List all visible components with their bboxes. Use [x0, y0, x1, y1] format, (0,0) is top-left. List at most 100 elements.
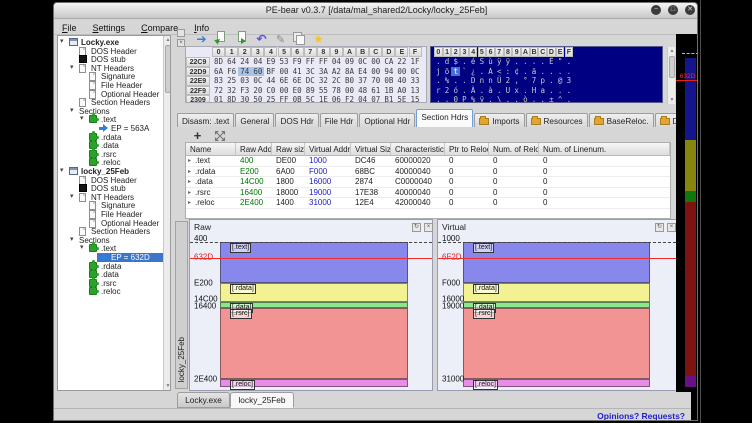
hex-byte-cell[interactable]: 55 — [317, 86, 330, 96]
tab-debug[interactable]: Debug — [655, 113, 677, 127]
hex-byte-cell[interactable]: 40 — [395, 76, 408, 86]
cell-name[interactable]: .rdata — [186, 167, 236, 178]
hex-byte-cell[interactable]: 15 — [409, 95, 422, 103]
scroll-thumb[interactable] — [669, 56, 675, 78]
cell-virtual_addr[interactable]: 1000 — [305, 156, 351, 167]
hex-byte-cell[interactable]: 04 — [356, 95, 369, 103]
ascii-char-cell[interactable]: . — [538, 67, 547, 77]
hex-byte-cell[interactable]: 0C — [409, 67, 422, 77]
hex-byte-cell[interactable]: A0 — [395, 86, 408, 96]
hex-byte-cell[interactable]: 09 — [343, 57, 356, 67]
hex-byte-cell[interactable]: 32 — [317, 76, 330, 86]
ascii-char-cell[interactable]: 3 — [565, 76, 574, 86]
cell-num_of_linenum[interactable]: 0 — [539, 188, 670, 199]
hex-byte-cell[interactable]: 0C — [251, 76, 264, 86]
ascii-char-cell[interactable]: À — [469, 86, 478, 96]
ascii-char-cell[interactable]: a — [538, 86, 547, 96]
ascii-char-cell[interactable]: % — [443, 76, 452, 86]
ascii-char-cell[interactable]: H — [530, 86, 539, 96]
column-header-name[interactable]: Name — [186, 143, 236, 156]
ascii-char-cell[interactable]: . — [512, 95, 521, 103]
cell-raw_size[interactable]: 1400 — [272, 198, 305, 209]
hex-byte-cell[interactable]: F3 — [238, 86, 251, 96]
ascii-char-cell[interactable]: , — [512, 76, 521, 86]
ascii-char-cell[interactable]: à — [486, 86, 495, 96]
close-button[interactable]: ✕ — [685, 5, 695, 15]
ascii-char-cell[interactable]: ÿ — [495, 57, 504, 67]
cell-num_of_reloc[interactable]: 0 — [489, 198, 539, 209]
hex-byte-cell[interactable]: B1 — [382, 95, 395, 103]
cell-raw_addr[interactable]: 14C00 — [236, 177, 272, 188]
cell-virtual_size[interactable]: 68BC — [351, 167, 391, 178]
hex-byte-cell[interactable]: 6A — [212, 67, 225, 77]
hex-byte-cell[interactable]: 60 — [251, 67, 264, 77]
ascii-char-cell[interactable]: j — [434, 67, 443, 77]
ascii-char-cell[interactable]: ò — [521, 95, 530, 103]
column-header-num-of-reloc[interactable]: Num. of Reloc. — [489, 143, 539, 156]
cell-characteristics[interactable]: 60000020 — [391, 156, 445, 167]
ascii-char-cell[interactable]: ù — [486, 57, 495, 67]
cell-raw_addr[interactable]: 400 — [236, 156, 272, 167]
ascii-char-cell[interactable]: . — [530, 57, 539, 67]
ascii-char-cell[interactable]: . — [547, 67, 556, 77]
file-tab-locky-exe[interactable]: Locky.exe — [177, 392, 230, 408]
tree-expand-arrow-icon[interactable]: ▾ — [70, 192, 74, 200]
hex-dump-pane[interactable]: 0123456789ABCDEF22C98D642404E953F9FFFF04… — [185, 46, 427, 103]
ascii-scrollbar[interactable]: ▲▼ — [667, 47, 675, 104]
hex-byte-cell[interactable]: 00 — [395, 67, 408, 77]
ascii-char-cell[interactable]: . — [434, 95, 443, 103]
tree-expand-arrow-icon[interactable]: ▾ — [60, 166, 64, 174]
hex-byte-cell[interactable]: 06 — [330, 95, 343, 103]
add-section-button[interactable]: + — [191, 129, 204, 142]
hex-byte-cell[interactable]: C0 — [264, 86, 277, 96]
ascii-char-cell[interactable]: . — [530, 95, 539, 103]
hex-byte-cell[interactable]: 00 — [278, 86, 291, 96]
ascii-char-cell[interactable]: . — [538, 57, 547, 67]
ascii-char-cell[interactable]: . — [478, 86, 487, 96]
ascii-char-cell[interactable]: t — [451, 67, 460, 77]
dock-close-icon[interactable]: × — [177, 39, 185, 47]
file-tab-locky-25feb[interactable]: locky_25Feb — [230, 392, 294, 408]
ascii-char-cell[interactable]: . — [521, 86, 530, 96]
hex-byte-cell[interactable]: 94 — [382, 67, 395, 77]
ascii-char-cell[interactable]: p — [538, 76, 547, 86]
cell-virtual_addr[interactable]: 19000 — [305, 188, 351, 199]
cell-raw_addr[interactable]: 2E400 — [236, 198, 272, 209]
cell-characteristics[interactable]: C0000040 — [391, 177, 445, 188]
hex-byte-cell[interactable]: FF — [317, 57, 330, 67]
cell-ptr_to_reloc[interactable]: 0 — [445, 167, 489, 178]
hex-byte-cell[interactable]: 8D — [225, 95, 238, 103]
cell-raw_addr[interactable]: 16400 — [236, 188, 272, 199]
hex-byte-cell[interactable]: 1F — [409, 57, 422, 67]
cell-num_of_linenum[interactable]: 0 — [539, 198, 670, 209]
scroll-up-icon[interactable]: ▲ — [668, 47, 676, 55]
cell-num_of_linenum[interactable]: 0 — [539, 156, 670, 167]
title-bar[interactable]: PE-bear v0.3.7 [/data/mal_shared2/Locky/… — [54, 3, 698, 19]
column-header-ptr-to-reloc[interactable]: Ptr to Reloc. — [445, 143, 489, 156]
hex-byte-cell[interactable]: 8D — [212, 57, 225, 67]
hex-byte-cell[interactable]: 04 — [251, 57, 264, 67]
cell-raw_size[interactable]: 6A00 — [272, 167, 305, 178]
table-row[interactable]: ▸.rdataE2006A00F00068BC40000040000 — [186, 167, 670, 178]
copy-icon[interactable] — [291, 30, 306, 45]
ascii-char-cell[interactable]: 7 — [530, 76, 539, 86]
save-file-icon[interactable] — [235, 30, 250, 45]
ascii-char-cell[interactable]: ÿ — [504, 57, 513, 67]
hex-byte-cell[interactable]: 6E — [278, 76, 291, 86]
hex-byte-cell[interactable]: 01 — [212, 95, 225, 103]
hex-byte-cell[interactable]: 25 — [264, 95, 277, 103]
ascii-char-cell[interactable]: . — [434, 76, 443, 86]
panel-detach-icon[interactable]: ↻ — [655, 223, 664, 232]
follow-arrow-icon[interactable]: ➔ — [194, 30, 209, 45]
ascii-char-cell[interactable]: ± — [547, 95, 556, 103]
cell-virtual_addr[interactable]: F000 — [305, 167, 351, 178]
ascii-char-cell[interactable]: Ê — [547, 57, 556, 67]
hex-byte-cell[interactable]: 89 — [304, 86, 317, 96]
ascii-char-cell[interactable]: U — [504, 86, 513, 96]
cell-raw_size[interactable]: DE00 — [272, 156, 305, 167]
cell-characteristics[interactable]: 40000040 — [391, 167, 445, 178]
undo-icon[interactable]: ↶ — [254, 30, 269, 45]
cell-num_of_reloc[interactable]: 0 — [489, 177, 539, 188]
tree-item-reloc[interactable]: .reloc — [58, 287, 171, 296]
ascii-char-cell[interactable]: . — [521, 57, 530, 67]
